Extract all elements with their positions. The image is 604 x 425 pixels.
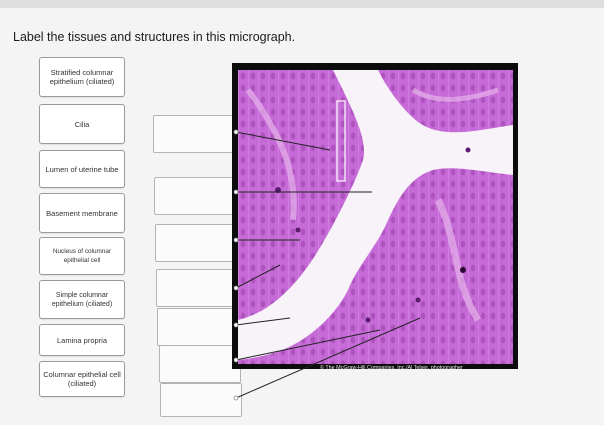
connector-lines <box>233 129 421 401</box>
micrograph-credit: © The McGraw-Hill Companies, Inc./Al Tel… <box>320 365 463 371</box>
